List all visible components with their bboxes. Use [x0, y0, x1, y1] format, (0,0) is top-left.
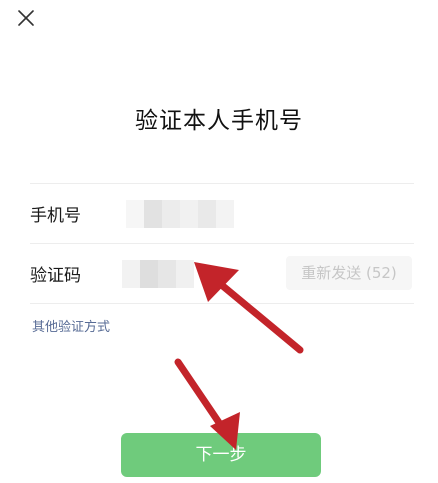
code-label: 验证码	[30, 266, 81, 286]
verification-form: 手机号 验证码 重新发送 (52)	[30, 183, 414, 304]
phone-row: 手机号	[30, 184, 414, 244]
next-step-button[interactable]: 下一步	[121, 433, 321, 477]
page-title: 验证本人手机号	[135, 108, 303, 134]
resend-code-button[interactable]: 重新发送 (52)	[286, 256, 412, 290]
code-row: 验证码 重新发送 (52)	[30, 244, 414, 304]
phone-label: 手机号	[30, 206, 81, 226]
verification-code-input[interactable]	[122, 259, 194, 288]
phone-number-masked	[126, 199, 234, 228]
close-button[interactable]	[14, 6, 38, 30]
close-icon	[18, 10, 34, 26]
other-verification-methods-link[interactable]: 其他验证方式	[32, 316, 110, 335]
